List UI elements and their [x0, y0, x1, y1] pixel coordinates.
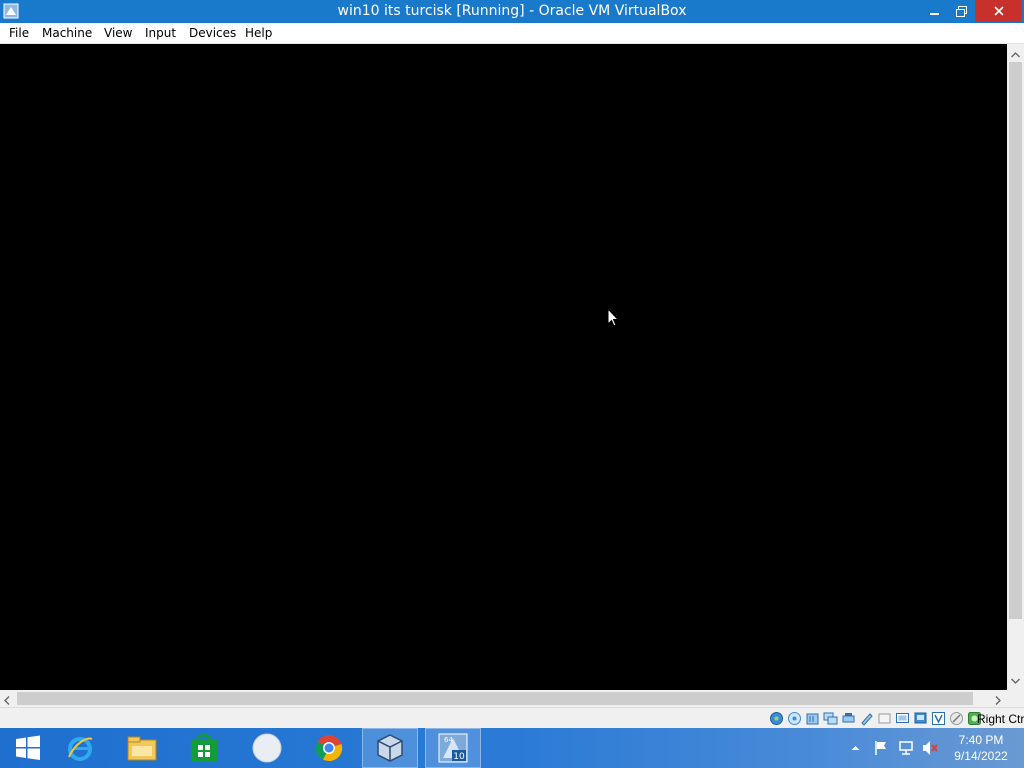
vertical-scroll-thumb[interactable] [1009, 62, 1022, 619]
file-explorer-icon[interactable] [114, 728, 170, 768]
windows-logo-icon [16, 735, 40, 760]
chrome-icon[interactable] [301, 728, 357, 768]
vertical-scrollbar[interactable] [1007, 44, 1024, 690]
store-icon[interactable] [176, 728, 232, 768]
status-bar: Right Ctrl [0, 707, 1024, 728]
horizontal-scrollbar[interactable] [0, 690, 1007, 707]
optical-drive-icon[interactable] [786, 710, 802, 726]
mouse-integration-icon[interactable] [948, 710, 964, 726]
clock-date: 9/14/2022 [954, 749, 1008, 763]
virtualization-icon[interactable] [930, 710, 946, 726]
vm-display[interactable] [0, 44, 1007, 690]
internet-explorer-icon[interactable] [52, 728, 108, 768]
clock-time: 7:40 PM [958, 733, 1004, 747]
scroll-right-icon[interactable] [995, 694, 1001, 708]
scroll-up-icon[interactable] [1011, 47, 1020, 61]
window-title: win10 its turcisk [Running] - Oracle VM … [337, 3, 687, 19]
mouse-pointer-icon [607, 307, 620, 330]
network-tray-icon[interactable] [898, 728, 914, 768]
menu-input[interactable]: Input [145, 26, 176, 40]
virtualbox-icon[interactable] [362, 728, 418, 768]
host-key-label[interactable]: Right Ctrl [977, 712, 1024, 726]
menu-machine[interactable]: Machine [42, 26, 92, 40]
svg-text:10: 10 [453, 752, 465, 762]
win10-vm-icon[interactable]: 10 64 [425, 728, 481, 768]
volume-muted-icon[interactable] [922, 728, 940, 768]
menu-view[interactable]: View [104, 26, 132, 40]
menu-bar: File Machine View Input Devices Help [0, 23, 1024, 44]
horizontal-scroll-thumb[interactable] [17, 692, 973, 705]
scrollbar-corner [995, 690, 1024, 707]
usb-icon[interactable] [840, 710, 856, 726]
menu-help[interactable]: Help [245, 26, 272, 40]
network-icon[interactable] [822, 710, 838, 726]
display-icon[interactable] [876, 710, 892, 726]
close-icon [993, 6, 1004, 16]
audio-icon[interactable] [804, 710, 820, 726]
title-bar: win10 its turcisk [Running] - Oracle VM … [0, 0, 1024, 23]
scroll-left-icon[interactable] [4, 694, 10, 708]
recording-icon[interactable] [912, 710, 928, 726]
taskbar-clock[interactable]: 7:40 PM 9/14/2022 [950, 732, 1012, 764]
menu-file[interactable]: File [9, 26, 29, 40]
hard-disk-icon[interactable] [768, 710, 784, 726]
svg-text:64: 64 [444, 736, 453, 744]
app-icon[interactable] [239, 728, 295, 768]
restore-button[interactable] [948, 0, 974, 22]
shared-folders-icon[interactable] [858, 710, 874, 726]
scroll-down-icon[interactable] [1011, 673, 1020, 687]
action-center-flag-icon[interactable] [873, 728, 889, 768]
menu-devices[interactable]: Devices [189, 26, 236, 40]
close-button[interactable] [975, 0, 1022, 22]
taskbar: 10 64 7:40 PM 9/14/2022 [0, 728, 1024, 768]
minimize-button[interactable] [922, 0, 948, 22]
start-button[interactable] [0, 728, 56, 768]
show-hidden-icons-icon[interactable] [851, 728, 860, 768]
video-capture-icon[interactable] [894, 710, 910, 726]
